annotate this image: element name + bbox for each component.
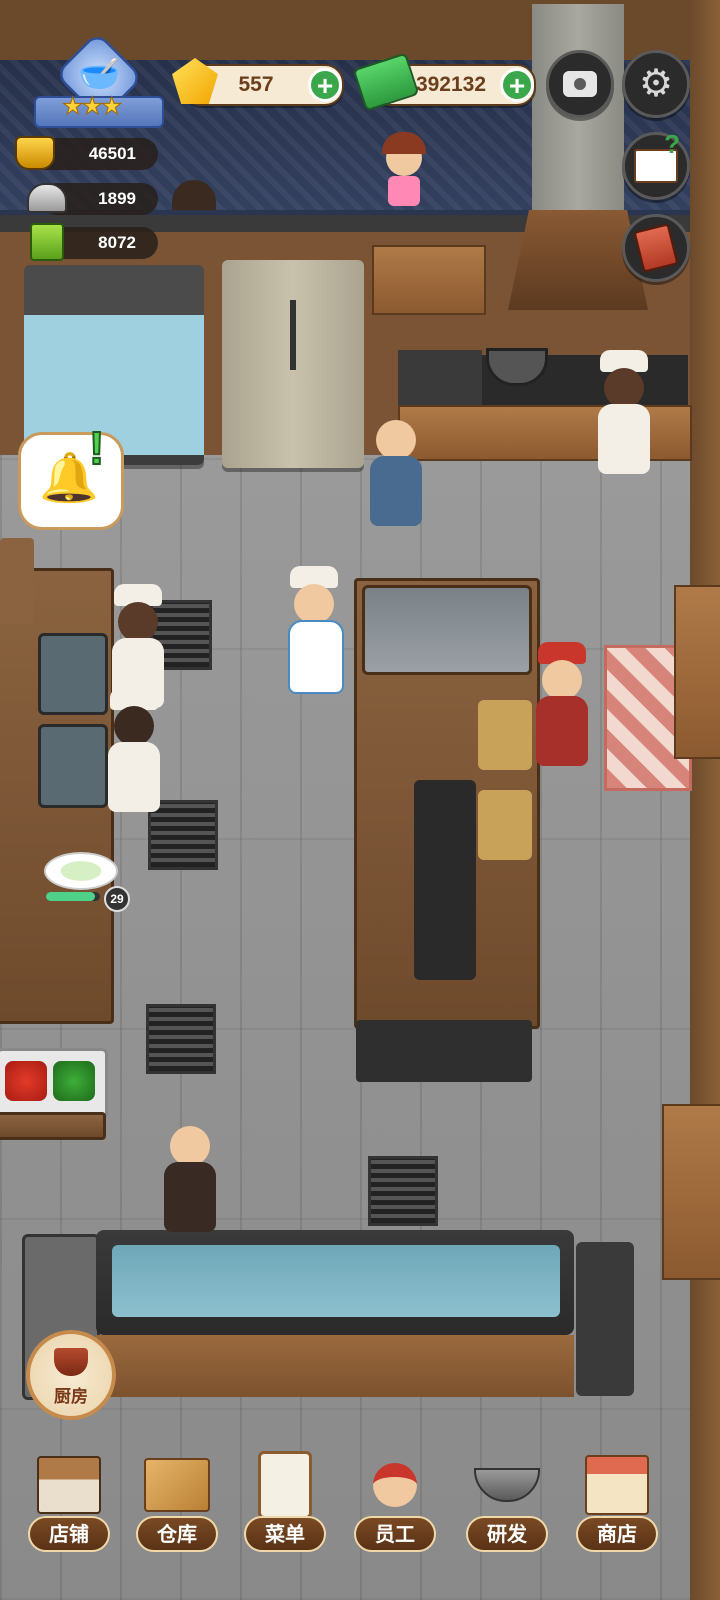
prep-progress-bar bbox=[46, 892, 100, 901]
wall-cabinet bbox=[372, 245, 486, 315]
right-wall bbox=[690, 0, 720, 1600]
staff-cook-blue[interactable] bbox=[280, 566, 350, 696]
add-gems-button[interactable]: + bbox=[308, 68, 342, 102]
chef-body bbox=[288, 620, 344, 694]
chef-body bbox=[108, 742, 160, 812]
help-button[interactable]: ? bbox=[622, 129, 690, 200]
sink-water bbox=[112, 1245, 560, 1317]
staff-cook-prep[interactable] bbox=[100, 688, 170, 818]
staff-dishwasher[interactable] bbox=[156, 1108, 226, 1232]
greens-icon bbox=[53, 1061, 95, 1101]
store-stall-icon bbox=[584, 1452, 650, 1518]
recipe-book-icon bbox=[24, 219, 70, 265]
chef-head bbox=[376, 420, 416, 460]
prepared-dish-icon bbox=[44, 852, 118, 890]
stat-row-income: 46501 bbox=[15, 136, 158, 170]
cash-pot-icon bbox=[12, 130, 58, 176]
oven[interactable] bbox=[398, 350, 482, 410]
add-cash-button[interactable]: + bbox=[500, 68, 534, 102]
nav-shop[interactable]: 店铺 bbox=[24, 1452, 114, 1564]
nav-research[interactable]: 研发 bbox=[462, 1452, 552, 1564]
right-side-shelf bbox=[674, 585, 720, 759]
prep-count: 29 bbox=[110, 892, 124, 906]
ingredient-tray-2 bbox=[478, 790, 532, 860]
dishwasher-head bbox=[170, 1126, 210, 1166]
knife-block bbox=[0, 538, 34, 624]
right-side-shelf-lower bbox=[662, 1104, 720, 1280]
chef-head bbox=[118, 602, 158, 642]
chef-head bbox=[114, 706, 154, 746]
nav-staff-label: 员工 bbox=[354, 1516, 436, 1552]
kitchen-button[interactable]: 厨房 bbox=[26, 1330, 116, 1420]
kitchen-label: 厨房 bbox=[54, 1387, 88, 1406]
nav-shop-label: 店铺 bbox=[28, 1516, 110, 1552]
floor-drain bbox=[146, 1004, 216, 1074]
chef-head bbox=[294, 584, 334, 624]
stat-row-recipes: 8072 bbox=[30, 223, 158, 261]
restaurant-level-badge[interactable]: 🥣 ★★★ bbox=[34, 31, 164, 130]
steel-refrigerator[interactable] bbox=[222, 260, 364, 468]
served-dish-icon bbox=[24, 175, 70, 221]
staff-cook-stove[interactable] bbox=[590, 350, 660, 490]
red-book-icon bbox=[633, 223, 679, 273]
vegetable-bin[interactable] bbox=[0, 1048, 108, 1120]
stat-row-served: 1899 bbox=[27, 183, 158, 215]
prep-tray bbox=[38, 724, 108, 808]
left-lower-counter bbox=[0, 1112, 106, 1140]
menu-clipboard-icon bbox=[252, 1451, 318, 1519]
waitress-head bbox=[542, 660, 582, 700]
dishwasher-body bbox=[164, 1162, 216, 1232]
nav-store[interactable]: 商店 bbox=[572, 1452, 662, 1564]
waitress-body bbox=[536, 696, 588, 766]
research-wok-icon bbox=[474, 1452, 540, 1518]
nav-menu[interactable]: 菜单 bbox=[240, 1451, 330, 1564]
island-steel-top bbox=[362, 585, 532, 675]
plate-stack-station[interactable] bbox=[576, 1242, 634, 1396]
gear-icon: ⚙ bbox=[638, 63, 674, 105]
gems-counter: 557 + bbox=[172, 58, 344, 106]
income-value: 46501 bbox=[88, 144, 136, 163]
chef-body bbox=[598, 404, 650, 474]
settings-button[interactable]: ⚙ bbox=[622, 50, 690, 118]
exclamation-icon: ! bbox=[88, 421, 105, 475]
gems-value: 557 bbox=[238, 73, 274, 96]
journal-button[interactable] bbox=[622, 214, 690, 282]
nav-research-label: 研发 bbox=[466, 1516, 548, 1552]
tomato-icon bbox=[5, 1061, 47, 1101]
staff-waitress-icon bbox=[362, 1452, 428, 1518]
recipes-value: 8072 bbox=[98, 233, 136, 252]
chef-body bbox=[370, 456, 422, 526]
floor-drain bbox=[368, 1156, 438, 1226]
order-alert-bubble[interactable]: 🔔 ! bbox=[18, 421, 124, 530]
help-book-icon: ? bbox=[634, 129, 680, 183]
customer-cat-ears bbox=[378, 132, 428, 212]
staff-head-chef[interactable] bbox=[362, 402, 432, 552]
nav-warehouse[interactable]: 仓库 bbox=[132, 1452, 222, 1564]
prep-progress-fill bbox=[46, 892, 95, 901]
island-base bbox=[356, 1020, 532, 1082]
whisk-bowl-icon: 🥣 bbox=[78, 55, 121, 93]
warehouse-boxes-icon bbox=[144, 1452, 210, 1518]
cutting-board bbox=[38, 633, 108, 715]
ingredient-tray-1 bbox=[478, 700, 532, 770]
shop-building-icon bbox=[36, 1452, 102, 1518]
cash-counter: 392132 + bbox=[352, 52, 536, 112]
nav-menu-label: 菜单 bbox=[244, 1516, 326, 1552]
cooking-pot-icon bbox=[54, 1348, 88, 1376]
nav-store-label: 商店 bbox=[576, 1516, 658, 1552]
nav-staff[interactable]: 员工 bbox=[350, 1452, 440, 1564]
camera-icon bbox=[563, 71, 597, 97]
served-value: 1899 bbox=[98, 189, 136, 208]
sink-cabinet bbox=[96, 1335, 574, 1397]
chef-head bbox=[604, 368, 644, 408]
nav-warehouse-label: 仓库 bbox=[136, 1516, 218, 1552]
camera-button[interactable] bbox=[546, 50, 614, 118]
rating-stars: ★★★ bbox=[62, 93, 124, 121]
staff-waitress[interactable] bbox=[528, 642, 598, 772]
dish-rack bbox=[414, 780, 476, 980]
prep-count-badge: 29 bbox=[104, 886, 130, 912]
